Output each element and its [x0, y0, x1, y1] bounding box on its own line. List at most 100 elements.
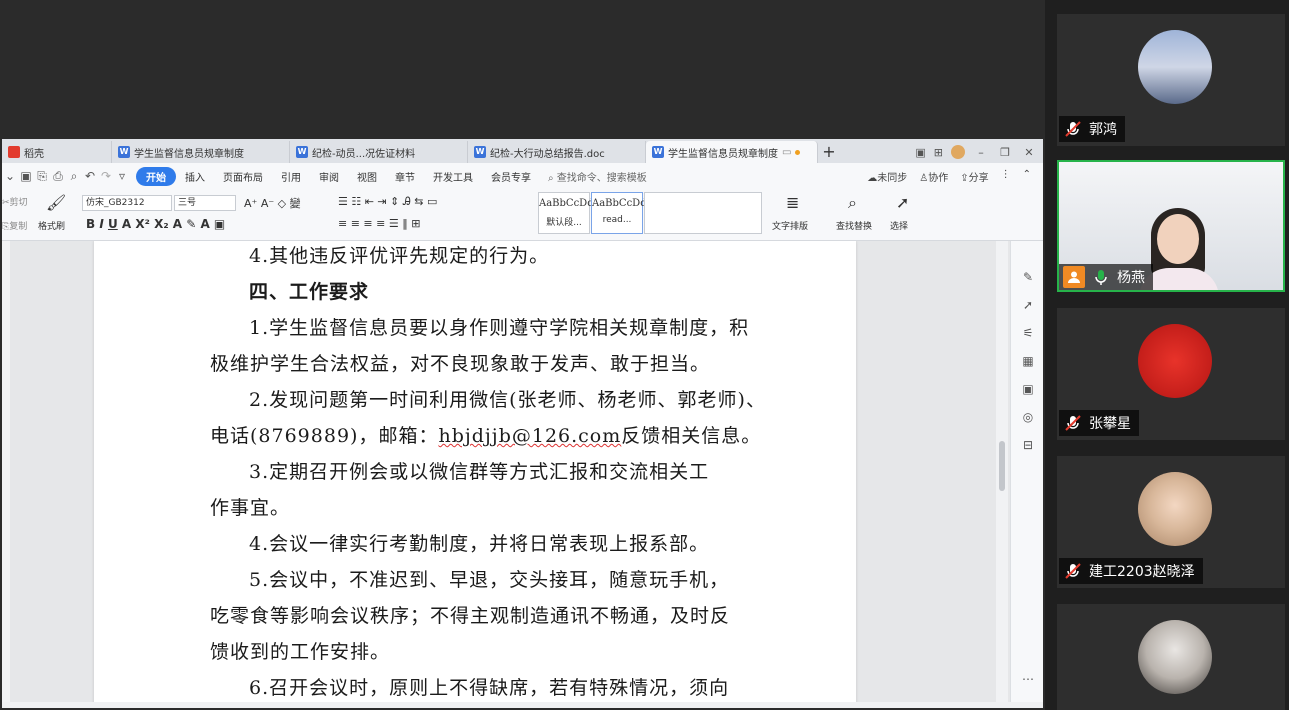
restore-icon[interactable]: ❐ — [997, 146, 1013, 159]
find-replace-button[interactable]: 查找替换 — [836, 219, 872, 232]
screen-share-area: 稻壳 W 学生监督信息员规章制度 W 纪检-动员...况佐证材料 W 纪检-大行… — [0, 0, 1045, 710]
tab-doc-rules[interactable]: W 学生监督信息员规章制度 — [112, 141, 290, 163]
participant-name-tag: 郭鸿 — [1059, 116, 1125, 142]
menu-references[interactable]: 引用 — [272, 169, 310, 184]
doc-heading: 四、工作要求 — [249, 281, 370, 303]
host-badge-icon — [1063, 266, 1085, 288]
book-icon[interactable]: ⊟ — [1020, 437, 1036, 453]
image-icon[interactable]: ▣ — [1020, 381, 1036, 397]
font-size-select[interactable]: 三号 — [174, 195, 236, 211]
menu-insert[interactable]: 插入 — [176, 169, 214, 184]
minimize-icon[interactable]: – — [973, 146, 989, 159]
undo-icon[interactable]: ↶ — [82, 169, 98, 183]
share-button[interactable]: ⇪分享 — [960, 169, 988, 184]
participant-panel: 郭鸿 杨燕 张攀星 建工2203赵晓泽 — [1045, 0, 1289, 710]
font-name-select[interactable]: 仿宋_GB2312 — [82, 195, 172, 211]
participant-tile[interactable] — [1057, 604, 1285, 710]
doc-line: 吃零食等影响会议秩序；不得主观制造通讯不畅通，及时反 — [210, 605, 731, 627]
pointer-icon[interactable]: ➚ — [1020, 297, 1036, 313]
sync-button[interactable]: ☁未同步 — [867, 169, 907, 184]
participant-tile[interactable]: 郭鸿 — [1057, 14, 1285, 146]
participant-tile[interactable]: 张攀星 — [1057, 308, 1285, 440]
doc-line: 2.发现问题第一时间利用微信(张老师、杨老师、郭老师)、 — [249, 389, 766, 411]
menu-developer[interactable]: 开发工具 — [424, 169, 482, 184]
collaborate-button[interactable]: ♙协作 — [919, 169, 948, 184]
share-icon: ⇪ — [960, 172, 969, 184]
export-pdf-icon[interactable]: ⎘ — [34, 169, 50, 184]
select-button[interactable]: 选择 — [890, 219, 908, 232]
layout-icon[interactable]: ▣ — [915, 146, 925, 159]
save-icon[interactable]: ▣ — [18, 169, 34, 183]
text-layout-icon: ≣ — [786, 193, 800, 212]
grid-icon[interactable]: ⊞ — [934, 146, 943, 159]
doc-line: 作事宜。 — [210, 497, 291, 519]
customize-icon[interactable]: ▿ — [114, 169, 130, 183]
doc-line: 5.会议中，不准迟到、早退，交头接耳，随意玩手机， — [249, 569, 730, 591]
participant-name: 张攀星 — [1089, 416, 1131, 432]
menu-member[interactable]: 会员专享 — [482, 169, 540, 184]
new-tab-button[interactable]: + — [818, 141, 840, 163]
unsaved-dot-icon — [795, 149, 801, 155]
tab-label: 纪检-大行动总结报告.doc — [490, 148, 605, 160]
redo-icon[interactable]: ↷ — [98, 169, 114, 183]
print-preview-icon[interactable]: ⌕ — [66, 169, 82, 184]
doc-line: 4.其他违反评优评先规定的行为。 — [249, 245, 550, 267]
location-icon[interactable]: ◎ — [1020, 409, 1036, 425]
doc-line: 极维护学生合法权益，对不良现象敢于发声、敢于担当。 — [210, 353, 711, 375]
scissors-icon: ✂ — [2, 198, 10, 208]
tab-daoke[interactable]: 稻壳 — [2, 141, 112, 163]
find-icon: ⌕ — [848, 193, 857, 212]
style-default[interactable]: AaBbCcDd 默认段... — [538, 192, 594, 234]
command-search[interactable]: ⌕ 查找命令、搜索模板 — [548, 169, 647, 184]
chevron-down-icon[interactable]: ⌄ — [2, 169, 18, 183]
font-format-tools[interactable]: B I U A X² X₂ A ✎ A ▣ — [86, 217, 225, 231]
tab-doc-rules-active[interactable]: W 学生监督信息员规章制度 ▭ — [646, 141, 818, 163]
menu-review[interactable]: 审阅 — [310, 169, 348, 184]
chevron-up-icon[interactable]: ⌃ — [1023, 169, 1031, 184]
scrollbar-thumb[interactable] — [999, 441, 1005, 491]
menu-chapter[interactable]: 章节 — [386, 169, 424, 184]
cut-button[interactable]: ✂剪切 — [2, 195, 28, 208]
text-layout-button[interactable]: 文字排版 — [772, 219, 808, 232]
user-avatar-icon[interactable] — [951, 145, 965, 159]
tab-label: 学生监督信息员规章制度 — [668, 148, 778, 160]
style-gallery-empty[interactable] — [644, 192, 762, 234]
tab-doc-report[interactable]: W 纪检-大行动总结报告.doc — [468, 141, 646, 163]
style-read[interactable]: AaBbCcDd read... — [591, 192, 647, 234]
participant-name: 建工2203赵晓泽 — [1089, 564, 1195, 580]
command-search-label: 查找命令、搜索模板 — [556, 172, 647, 184]
doc-icon: W — [296, 146, 308, 158]
menu-home[interactable]: 开始 — [136, 166, 176, 186]
font-size-tools[interactable]: A⁺ A⁻ ◇ 變 — [244, 195, 301, 211]
avatar — [1138, 324, 1212, 398]
format-painter-button[interactable]: 格式刷 — [38, 219, 65, 232]
participant-tile[interactable]: 建工2203赵晓泽 — [1057, 456, 1285, 588]
menu-view[interactable]: 视图 — [348, 169, 386, 184]
pen-icon[interactable]: ✎ — [1020, 269, 1036, 285]
avatar — [1138, 472, 1212, 546]
adjust-icon[interactable]: ⚟ — [1020, 325, 1036, 341]
print-icon[interactable]: ⎙ — [50, 169, 66, 184]
tab-doc-evidence[interactable]: W 纪检-动员...况佐证材料 — [290, 141, 468, 163]
copy-button[interactable]: ⎘复制 — [2, 219, 27, 232]
brush-icon: 🖌 — [46, 193, 67, 212]
align-tools[interactable]: ≡ ≡ ≡ ≡ ☰ ‖ ⊞ — [338, 217, 420, 230]
mic-off-icon — [1065, 563, 1081, 579]
more-icon[interactable]: ⋯ — [1020, 671, 1036, 687]
search-icon: ⌕ — [548, 172, 554, 184]
document-tab-bar: 稻壳 W 学生监督信息员规章制度 W 纪检-动员...况佐证材料 W 纪检-大行… — [2, 139, 1043, 163]
mic-off-icon — [1065, 121, 1081, 137]
more-icon[interactable]: ⋮ — [1001, 169, 1011, 184]
document-page[interactable]: 4.其他违反评优评先规定的行为。 四、工作要求 1.学生监督信息员要以身作则遵守… — [94, 241, 856, 708]
daoke-icon — [8, 146, 20, 158]
document-canvas: 4.其他违反评优评先规定的行为。 四、工作要求 1.学生监督信息员要以身作则遵守… — [2, 241, 1043, 708]
close-icon[interactable]: ✕ — [1021, 146, 1037, 159]
list-tools[interactable]: ☰ ☷ ⇤ ⇥ ⇕ Ꭿ ⇆ ▭ — [338, 195, 437, 209]
doc-icon: W — [652, 146, 664, 158]
menu-page-layout[interactable]: 页面布局 — [214, 169, 272, 184]
participant-tile-speaking[interactable]: 杨燕 — [1057, 160, 1285, 292]
vertical-scrollbar[interactable] — [996, 241, 1008, 708]
collab-actions: ☁未同步 ♙协作 ⇪分享 ⋮ ⌃ — [867, 169, 1043, 184]
participant-name-tag: 建工2203赵晓泽 — [1059, 558, 1203, 584]
table-icon[interactable]: ▦ — [1020, 353, 1036, 369]
